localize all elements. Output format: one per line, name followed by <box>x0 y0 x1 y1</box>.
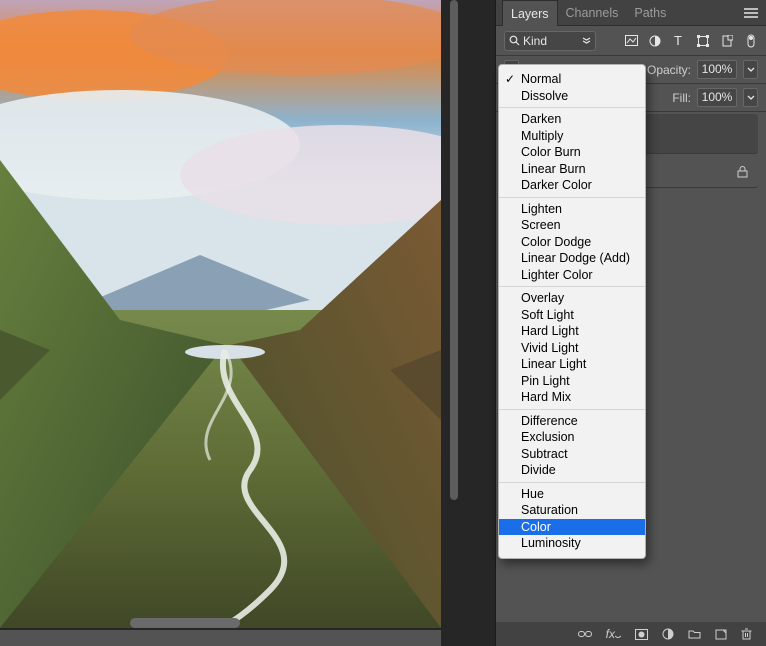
fx-icon[interactable]: fx <box>606 627 621 641</box>
panel-tabbar: Layers Channels Paths <box>496 0 766 26</box>
blend-item-subtract[interactable]: Subtract <box>499 446 645 463</box>
svg-text:T: T <box>674 35 682 46</box>
fill-value[interactable]: 100% <box>697 88 737 107</box>
group-icon[interactable] <box>688 629 701 639</box>
blend-item-vivid-light[interactable]: Vivid Light <box>499 340 645 357</box>
blend-item-multiply[interactable]: Multiply <box>499 128 645 145</box>
filter-shape-icon[interactable] <box>696 35 710 47</box>
filter-kind-select[interactable]: Kind <box>504 31 596 51</box>
blend-group: Darken Multiply Color Burn Linear Burn D… <box>499 107 645 197</box>
blend-mode-dropdown[interactable]: Normal Dissolve Darken Multiply Color Bu… <box>498 64 646 559</box>
blend-item-color[interactable]: Color <box>499 519 645 536</box>
trash-icon[interactable] <box>741 628 752 640</box>
blend-item-normal[interactable]: Normal <box>499 71 645 88</box>
layers-bottom-bar: fx <box>496 622 766 646</box>
blend-item-pin-light[interactable]: Pin Light <box>499 373 645 390</box>
horizontal-scrollbar[interactable] <box>130 618 240 628</box>
blend-group: Overlay Soft Light Hard Light Vivid Ligh… <box>499 286 645 409</box>
mask-icon[interactable] <box>635 629 648 640</box>
filter-toggle-icon[interactable] <box>744 34 758 48</box>
vertical-scrollbar[interactable] <box>450 0 458 500</box>
blend-item-hue[interactable]: Hue <box>499 486 645 503</box>
blend-item-lighter-color[interactable]: Lighter Color <box>499 267 645 284</box>
blend-group: Normal Dissolve <box>499 68 645 107</box>
chevron-down-icon <box>582 36 591 45</box>
blend-item-hard-light[interactable]: Hard Light <box>499 323 645 340</box>
search-icon <box>509 35 520 46</box>
blend-item-soft-light[interactable]: Soft Light <box>499 307 645 324</box>
tab-layers[interactable]: Layers <box>502 0 558 26</box>
opacity-dropdown-arrow[interactable] <box>743 60 758 79</box>
blend-item-darker-color[interactable]: Darker Color <box>499 177 645 194</box>
blend-item-linear-dodge[interactable]: Linear Dodge (Add) <box>499 250 645 267</box>
canvas-area <box>0 0 441 630</box>
blend-item-divide[interactable]: Divide <box>499 462 645 479</box>
blend-group: Difference Exclusion Subtract Divide <box>499 409 645 482</box>
blend-item-difference[interactable]: Difference <box>499 413 645 430</box>
filter-type-icon[interactable]: T <box>672 35 686 46</box>
blend-item-saturation[interactable]: Saturation <box>499 502 645 519</box>
blend-item-overlay[interactable]: Overlay <box>499 290 645 307</box>
blend-item-dissolve[interactable]: Dissolve <box>499 88 645 105</box>
blend-item-exclusion[interactable]: Exclusion <box>499 429 645 446</box>
filter-adjustment-icon[interactable] <box>648 35 662 47</box>
layer-lock-icon[interactable] <box>737 166 748 178</box>
tab-paths[interactable]: Paths <box>626 0 674 26</box>
blend-item-linear-light[interactable]: Linear Light <box>499 356 645 373</box>
link-layers-icon[interactable] <box>578 629 592 639</box>
document-image[interactable] <box>0 0 441 628</box>
blend-item-luminosity[interactable]: Luminosity <box>499 535 645 552</box>
tab-channels[interactable]: Channels <box>558 0 627 26</box>
new-layer-icon[interactable] <box>715 629 727 640</box>
blend-item-color-dodge[interactable]: Color Dodge <box>499 234 645 251</box>
blend-group: Hue Saturation Color Luminosity <box>499 482 645 555</box>
fill-label: Fill: <box>672 91 691 105</box>
filter-kind-label: Kind <box>523 34 547 48</box>
blend-item-darken[interactable]: Darken <box>499 111 645 128</box>
adjustment-layer-icon[interactable] <box>662 628 674 640</box>
blend-item-screen[interactable]: Screen <box>499 217 645 234</box>
layer-filter-row: Kind T <box>496 26 766 56</box>
blend-item-color-burn[interactable]: Color Burn <box>499 144 645 161</box>
opacity-label: Opacity: <box>647 63 691 77</box>
fill-dropdown-arrow[interactable] <box>743 88 758 107</box>
blend-group: Lighten Screen Color Dodge Linear Dodge … <box>499 197 645 287</box>
filter-pixel-icon[interactable] <box>624 35 638 46</box>
opacity-value[interactable]: 100% <box>697 60 737 79</box>
blend-item-lighten[interactable]: Lighten <box>499 201 645 218</box>
panel-menu-icon[interactable] <box>736 8 766 18</box>
blend-item-linear-burn[interactable]: Linear Burn <box>499 161 645 178</box>
blend-item-hard-mix[interactable]: Hard Mix <box>499 389 645 406</box>
filter-smart-icon[interactable] <box>720 35 734 47</box>
